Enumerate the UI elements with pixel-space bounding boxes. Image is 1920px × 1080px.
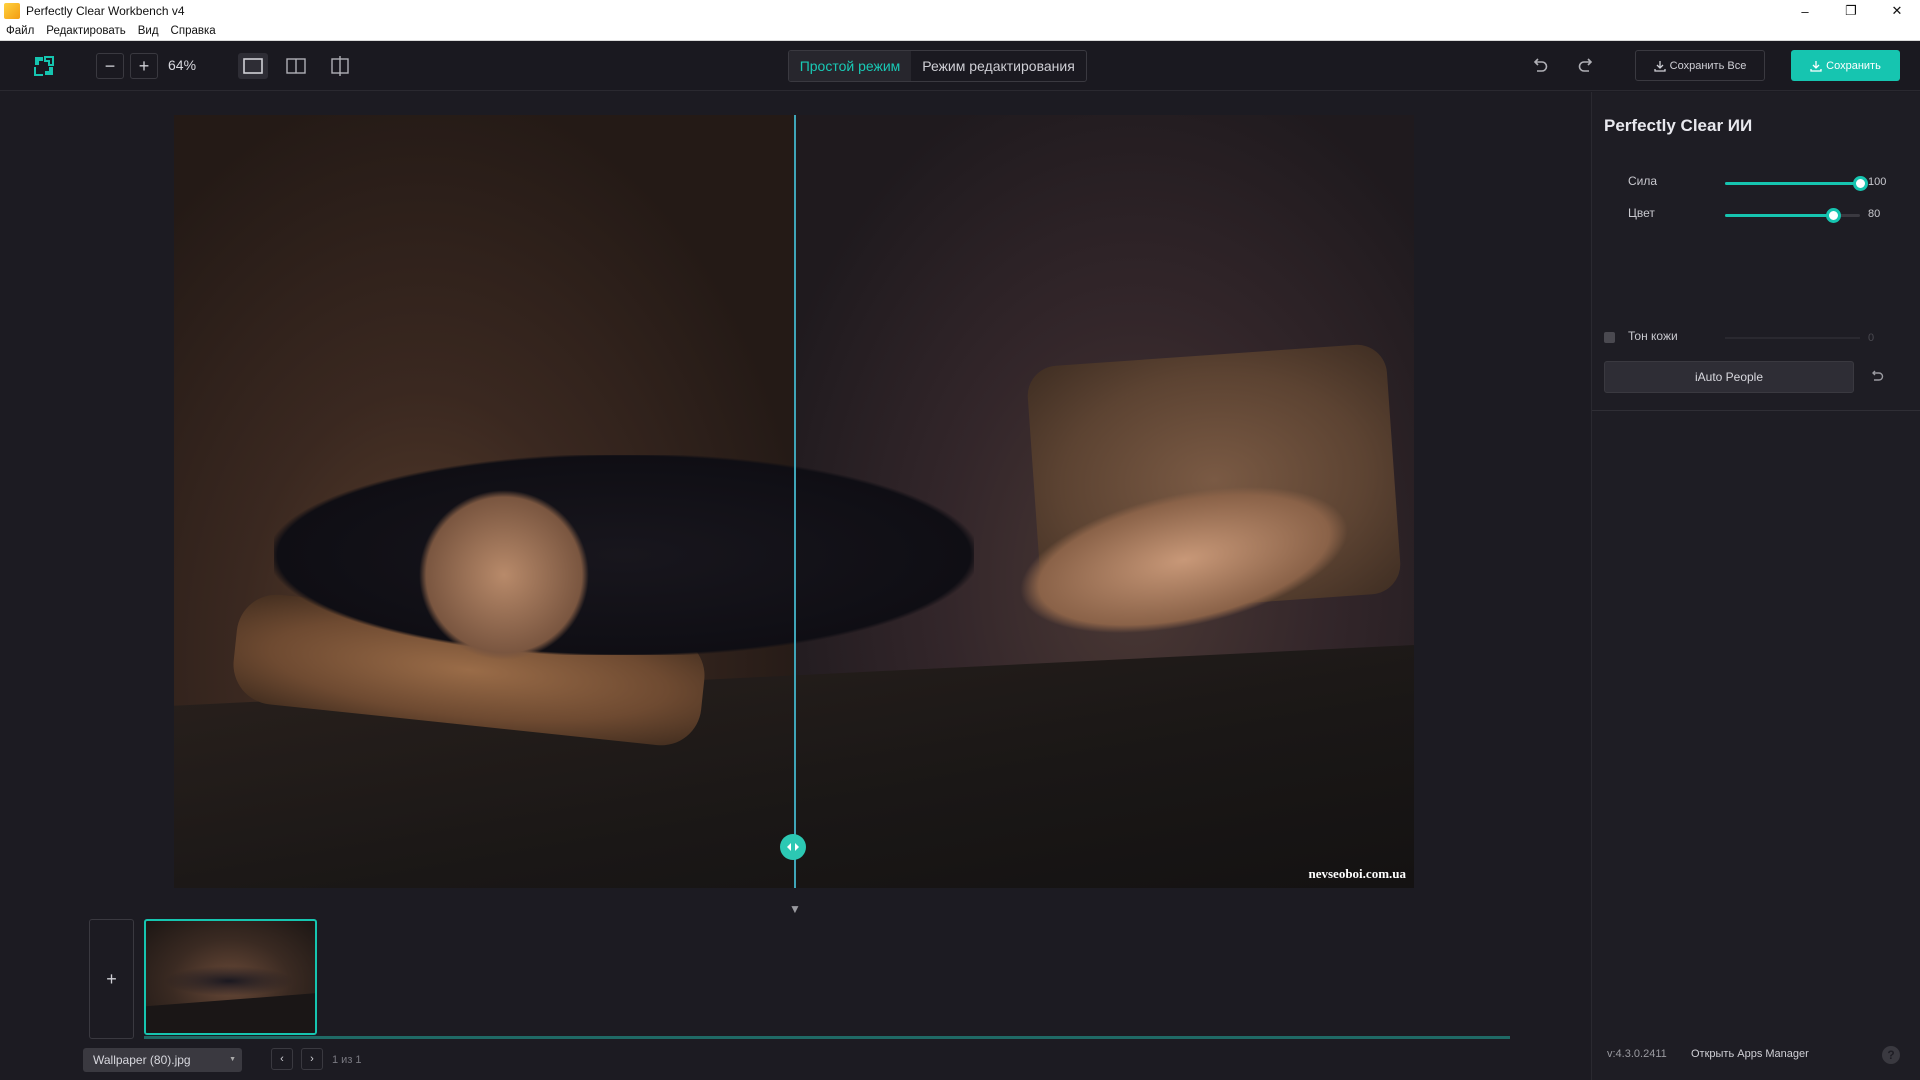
slider-color-track[interactable] bbox=[1725, 208, 1860, 223]
skin-tone-row: Тон кожи 0 bbox=[1604, 328, 1904, 348]
reset-icon bbox=[1872, 370, 1884, 381]
file-name: Wallpaper (80).jpg bbox=[93, 1053, 191, 1067]
menu-help[interactable]: Справка bbox=[165, 25, 222, 37]
single-view-icon bbox=[243, 58, 263, 74]
slider-color-value: 80 bbox=[1868, 208, 1881, 220]
skin-tone-checkbox[interactable] bbox=[1604, 332, 1615, 343]
redo-icon bbox=[1578, 58, 1593, 72]
reset-button[interactable] bbox=[1868, 368, 1886, 386]
split-view-button[interactable] bbox=[325, 53, 355, 79]
slider-strength-fill bbox=[1725, 182, 1860, 185]
page-count: 1 из 1 bbox=[332, 1054, 362, 1066]
photo-watermark: nevseoboi.com.ua bbox=[1308, 866, 1407, 881]
download-icon bbox=[1654, 60, 1666, 72]
thumbnail-sofa bbox=[146, 993, 315, 1033]
dropdown-caret-icon: ▼ bbox=[229, 1056, 236, 1063]
file-select[interactable]: Wallpaper (80).jpg ▼ bbox=[83, 1048, 242, 1072]
app-icon bbox=[4, 3, 20, 19]
add-image-button[interactable]: + bbox=[89, 919, 134, 1039]
tab-simple-mode[interactable]: Простой режим bbox=[789, 51, 911, 81]
redo-button[interactable] bbox=[1574, 54, 1598, 78]
single-view-button[interactable] bbox=[238, 53, 268, 79]
slider-strength-knob[interactable] bbox=[1853, 176, 1868, 191]
save-button[interactable]: Сохранить bbox=[1791, 50, 1900, 81]
mode-switch: Простой режим Режим редактирования bbox=[788, 50, 1087, 82]
save-all-button[interactable]: Сохранить Все bbox=[1635, 50, 1765, 81]
help-icon[interactable]: ? bbox=[1882, 1046, 1900, 1064]
window-title: Perfectly Clear Workbench v4 bbox=[26, 4, 185, 18]
adjustments-panel: Perfectly Clear ИИ Сила 100 Цвет 80 Тон … bbox=[1591, 92, 1920, 1080]
zoom-level: 64% bbox=[168, 57, 197, 73]
slider-color: Цвет 80 bbox=[1628, 205, 1908, 225]
undo-button[interactable] bbox=[1528, 54, 1552, 78]
menu-view[interactable]: Вид bbox=[132, 25, 165, 37]
toolbar: − + 64% Простой режим Режим редактирован… bbox=[0, 41, 1920, 91]
filmstrip-scrollbar[interactable] bbox=[144, 1036, 1510, 1039]
split-line[interactable] bbox=[794, 115, 796, 888]
save-all-label: Сохранить Все bbox=[1669, 59, 1747, 72]
zoom-in-button[interactable]: + bbox=[130, 53, 158, 79]
version-label: v:4.3.0.2411 bbox=[1607, 1048, 1667, 1060]
menu-file[interactable]: Файл bbox=[0, 25, 40, 37]
minimize-button[interactable]: – bbox=[1782, 0, 1828, 22]
download-icon bbox=[1810, 60, 1822, 72]
title-bar: Perfectly Clear Workbench v4 – ❐ ✕ bbox=[0, 0, 1920, 22]
split-arrows-icon bbox=[787, 843, 799, 851]
close-button[interactable]: ✕ bbox=[1874, 0, 1920, 22]
split-handle[interactable] bbox=[780, 834, 806, 860]
maximize-button[interactable]: ❐ bbox=[1828, 0, 1874, 22]
menu-edit[interactable]: Редактировать bbox=[40, 25, 131, 37]
tab-edit-mode[interactable]: Режим редактирования bbox=[911, 51, 1086, 81]
slider-color-fill bbox=[1725, 214, 1833, 217]
skin-tone-slider[interactable] bbox=[1725, 337, 1860, 339]
next-image-button[interactable]: › bbox=[301, 1048, 323, 1070]
skin-tone-value: 0 bbox=[1868, 332, 1875, 344]
image-thumbnail[interactable] bbox=[144, 919, 317, 1035]
slider-strength-value: 100 bbox=[1868, 176, 1887, 188]
panel-divider bbox=[1592, 410, 1920, 411]
app-logo-icon[interactable] bbox=[32, 54, 56, 78]
slider-strength: Сила 100 bbox=[1628, 173, 1908, 193]
side-by-side-view-button[interactable] bbox=[281, 53, 311, 79]
iauto-people-button[interactable]: iAuto People bbox=[1604, 361, 1854, 393]
skin-tone-label: Тон кожи bbox=[1628, 329, 1678, 343]
save-label: Сохранить bbox=[1826, 59, 1881, 72]
previous-image-button[interactable]: ‹ bbox=[271, 1048, 293, 1070]
slider-color-label: Цвет bbox=[1628, 206, 1655, 220]
collapse-filmstrip-icon[interactable]: ▼ bbox=[789, 902, 801, 916]
photo-figure-skin bbox=[404, 475, 604, 675]
side-by-side-icon bbox=[286, 58, 306, 74]
slider-strength-label: Сила bbox=[1628, 174, 1658, 188]
window-controls: – ❐ ✕ bbox=[1782, 0, 1920, 22]
slider-color-knob[interactable] bbox=[1826, 208, 1841, 223]
panel-title: Perfectly Clear ИИ bbox=[1604, 116, 1753, 135]
photo-preview[interactable]: nevseoboi.com.ua bbox=[174, 115, 1414, 888]
slider-strength-track[interactable] bbox=[1725, 176, 1868, 191]
thumbnail-figure bbox=[164, 966, 294, 996]
open-apps-manager-link[interactable]: Открыть Apps Manager bbox=[1691, 1048, 1809, 1060]
photo-figure-dress bbox=[274, 455, 974, 655]
undo-icon bbox=[1533, 58, 1548, 72]
menu-bar: Файл Редактировать Вид Справка bbox=[0, 22, 1920, 41]
split-view-icon bbox=[331, 56, 349, 76]
zoom-out-button[interactable]: − bbox=[96, 53, 124, 79]
